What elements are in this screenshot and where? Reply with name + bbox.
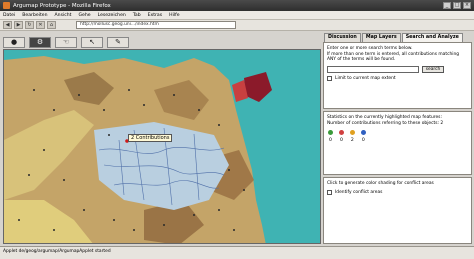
minimize-button[interactable]: _ — [443, 2, 451, 9]
conflict-section: Click to generate color shading for conf… — [323, 177, 472, 244]
close-button[interactable]: × — [463, 2, 471, 9]
draw-tool-button[interactable]: ✎ — [107, 36, 129, 48]
analysis-panel: Discussion Map Layers Search and Analyze… — [322, 33, 474, 244]
count-question: 0 — [361, 138, 365, 144]
search-section: Enter one or more search terms below. If… — [323, 42, 472, 109]
map-canvas[interactable]: 2 Contributions — [3, 49, 321, 244]
window-title: Argumap Prototype - Mozilla Firefox — [13, 2, 111, 9]
home-icon[interactable]: ⌂ — [47, 21, 56, 29]
url-field[interactable]: http://mollusc.geog.uni.../index.htm — [76, 21, 236, 29]
menu-bar: Datei Bearbeiten Ansicht Gehe Lesezeiche… — [0, 11, 474, 20]
map-tooltip: 2 Contributions — [128, 134, 173, 142]
title-bar: Argumap Prototype - Mozilla Firefox _ □ … — [0, 0, 474, 11]
count-agree: 0 — [329, 138, 332, 144]
forward-icon[interactable]: ▶ — [14, 21, 23, 29]
conflict-areas-checkbox[interactable] — [327, 189, 332, 195]
disagree-icon — [339, 130, 344, 136]
tab-discussion[interactable]: Discussion — [324, 33, 361, 42]
menu-bearbeiten[interactable]: Bearbeiten — [22, 13, 47, 18]
question-icon — [361, 130, 366, 136]
overview-tool-button[interactable]: ● — [3, 36, 25, 48]
stats-count-label: Number of contributions referring to the… — [327, 120, 444, 126]
tab-map-layers[interactable]: Map Layers — [361, 33, 401, 42]
menu-datei[interactable]: Datei — [3, 13, 15, 18]
status-bar: Applet de/geog/argumap/ArgumapApplet sta… — [0, 246, 474, 259]
limit-extent-checkbox[interactable] — [327, 76, 332, 82]
menu-hilfe[interactable]: Hilfe — [169, 13, 179, 18]
limit-extent-label: Limit to current map extent — [335, 75, 396, 81]
conflict-title: Click to generate color shading for conf… — [327, 181, 434, 186]
conflict-areas-label: Identify conflict areas — [335, 189, 383, 195]
menu-gehe[interactable]: Gehe — [78, 13, 90, 18]
search-input[interactable] — [327, 65, 419, 73]
search-button[interactable]: search — [422, 65, 444, 73]
zoom-tool-button[interactable]: ⚙ — [29, 36, 51, 48]
firefox-icon — [3, 2, 10, 9]
map-toolbar: ● ⚙ ☜ ↖ ✎ — [0, 36, 320, 48]
navigation-toolbar: ◀ ▶ ↻ ✕ ⌂ http://mollusc.geog.uni.../ind… — [0, 20, 474, 31]
stop-icon[interactable]: ✕ — [36, 21, 45, 29]
agree-icon — [328, 130, 333, 136]
menu-tab[interactable]: Tab — [133, 13, 141, 18]
back-icon[interactable]: ◀ — [3, 21, 12, 29]
select-tool-button[interactable]: ↖ — [81, 36, 103, 48]
menu-ansicht[interactable]: Ansicht — [55, 13, 72, 18]
panel-tabs: Discussion Map Layers Search and Analyze — [322, 33, 474, 42]
count-disagree: 0 — [339, 138, 343, 144]
menu-extras[interactable]: Extras — [148, 13, 163, 18]
statistics-section: Statistics on the currently highlighted … — [323, 111, 472, 175]
tab-search-and-analyze[interactable]: Search and Analyze — [401, 33, 463, 42]
menu-lesezeichen[interactable]: Lesezeichen — [98, 13, 126, 18]
search-hint: If more than one term is entered, all co… — [327, 51, 460, 63]
map-graphic — [4, 50, 320, 243]
maximize-button[interactable]: □ — [453, 2, 461, 9]
pan-tool-button[interactable]: ☜ — [55, 36, 77, 48]
count-neutral: 2 — [350, 138, 354, 144]
neutral-icon — [350, 130, 355, 136]
reload-icon[interactable]: ↻ — [25, 21, 34, 29]
